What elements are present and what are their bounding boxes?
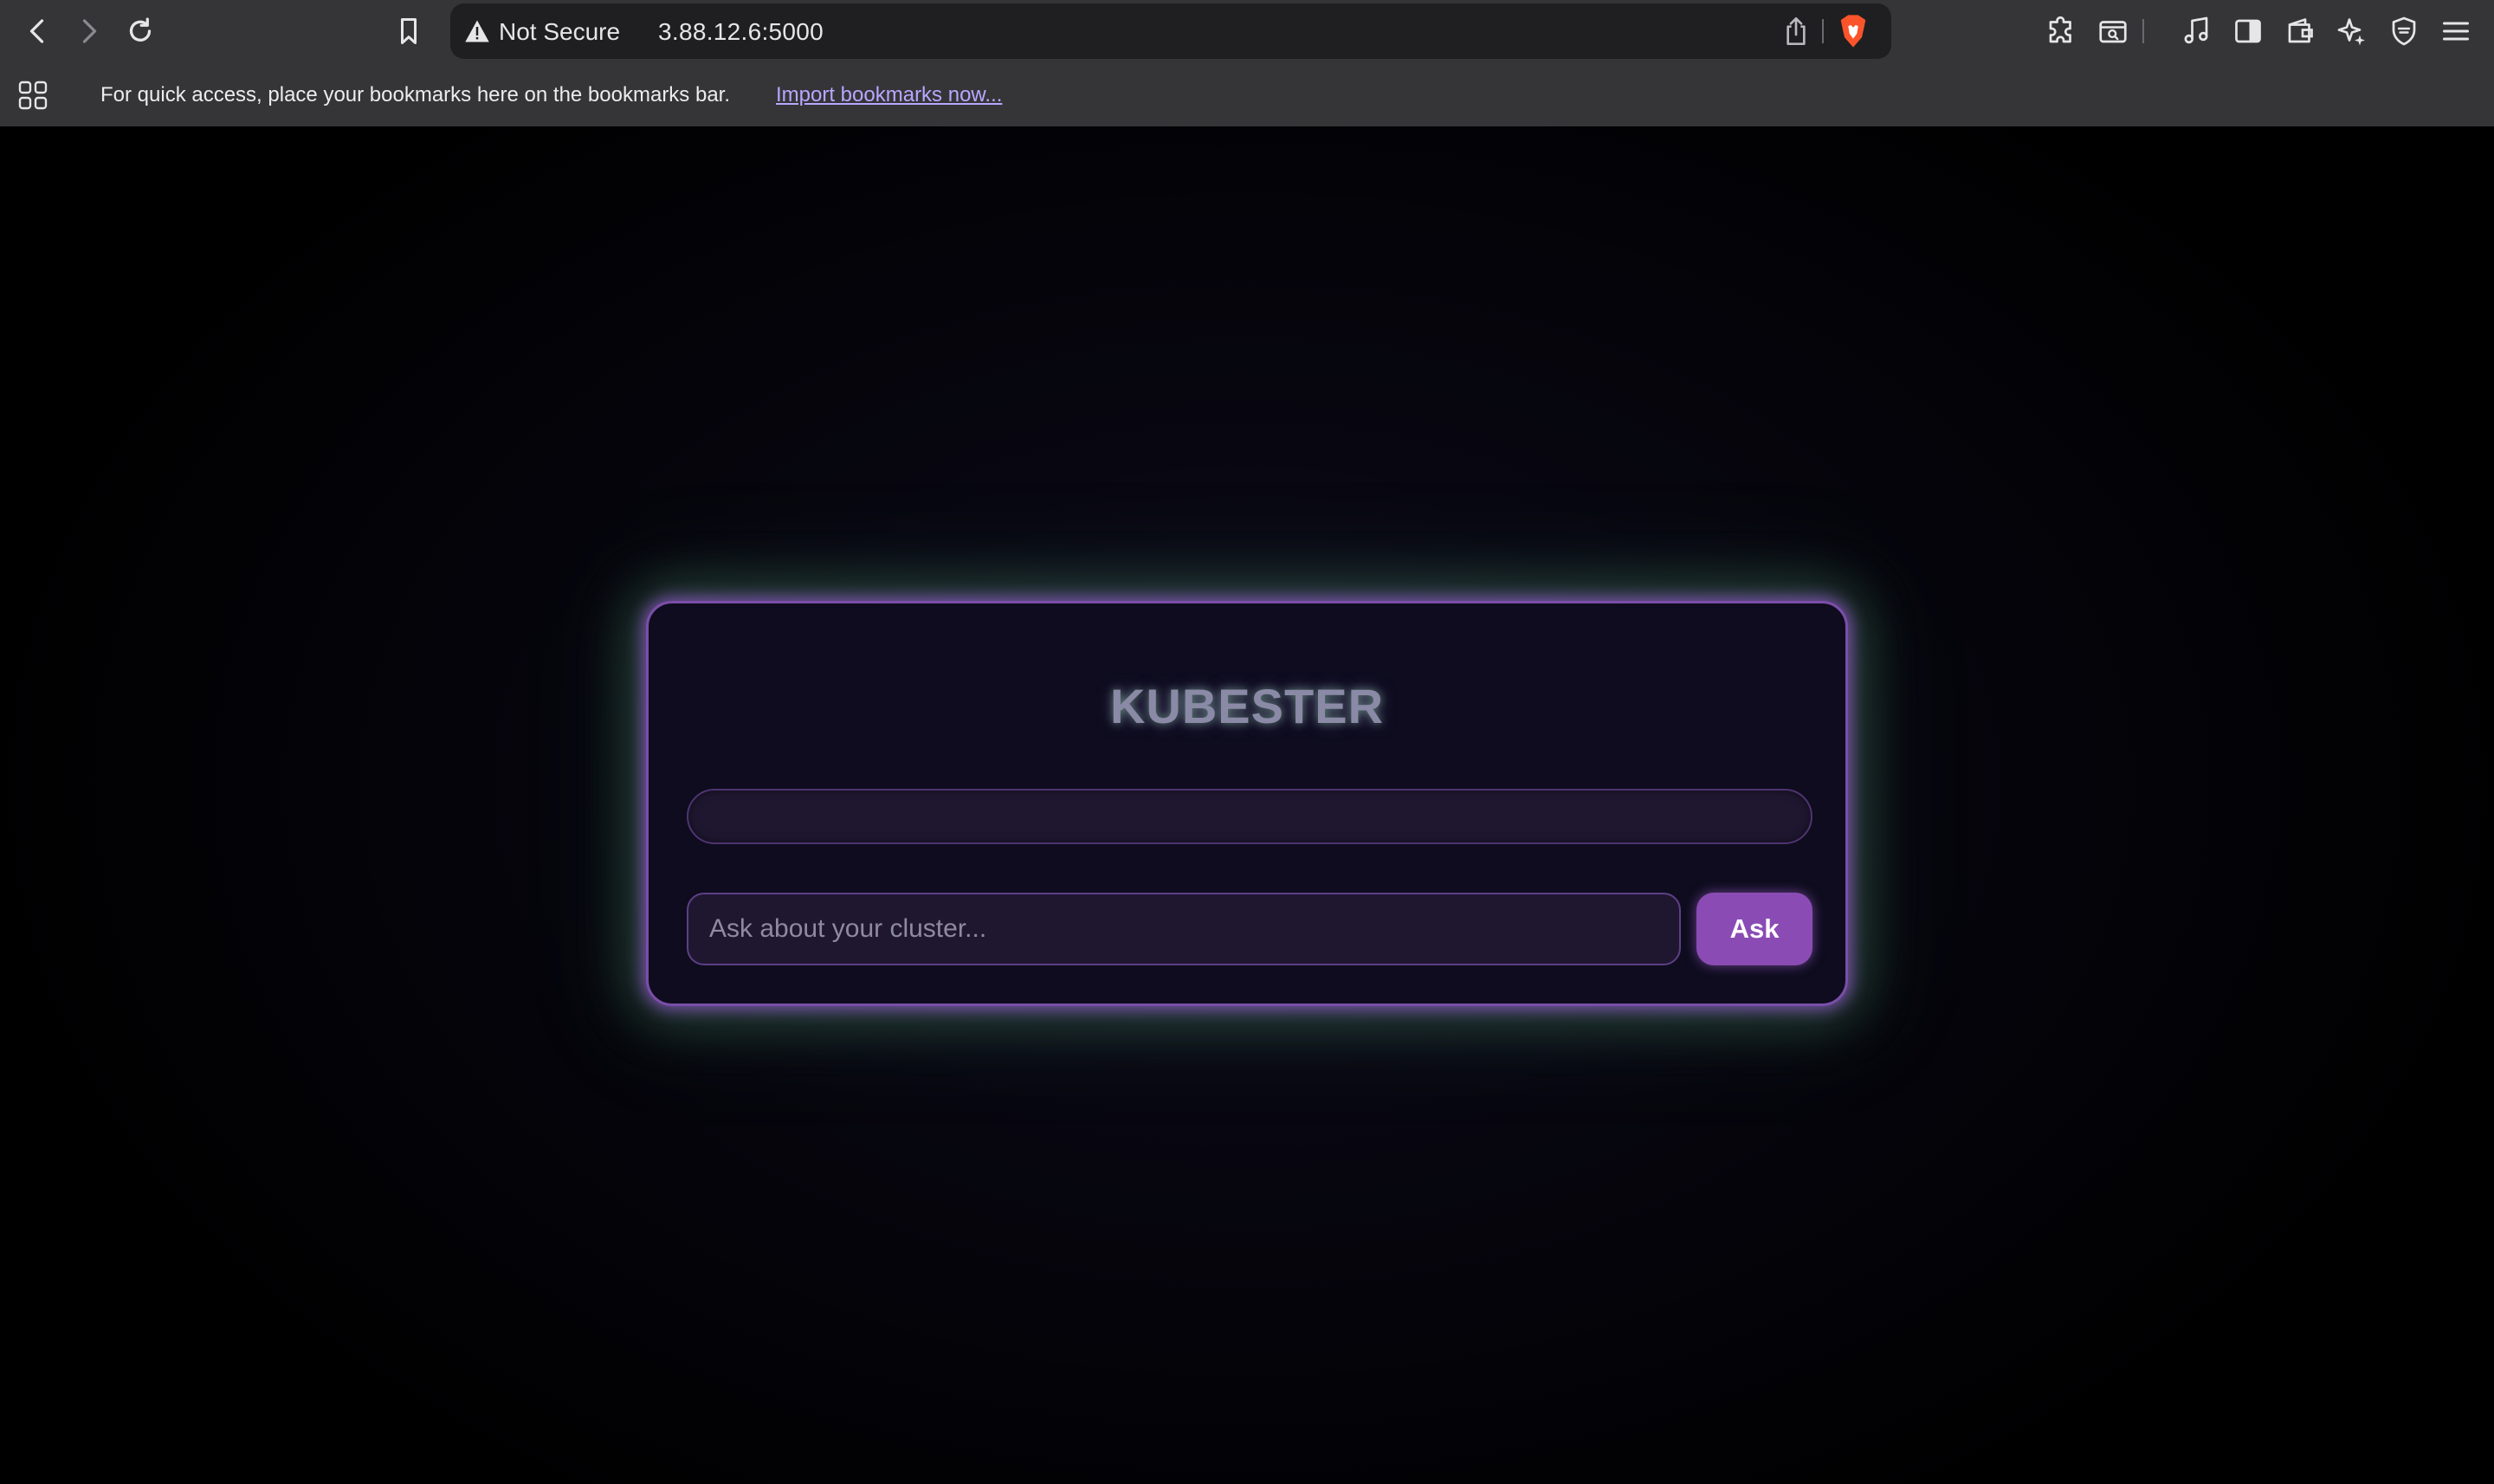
- apps-grid-icon[interactable]: [17, 80, 48, 111]
- app-title: KUBESTER: [1109, 679, 1385, 733]
- response-box: [687, 789, 1812, 844]
- reload-icon[interactable]: [123, 14, 158, 48]
- page-viewport: KUBESTER Ask: [0, 126, 2494, 1484]
- chat-card: KUBESTER Ask: [646, 601, 1848, 1006]
- sidebar-icon[interactable]: [2231, 14, 2265, 48]
- question-input[interactable]: [687, 893, 1681, 965]
- bookmarks-bar: For quick access, place your bookmarks h…: [0, 62, 2494, 126]
- forward-icon[interactable]: [71, 14, 106, 48]
- ask-button[interactable]: Ask: [1696, 893, 1812, 965]
- share-icon[interactable]: [1782, 16, 1810, 47]
- back-icon[interactable]: [21, 14, 55, 48]
- leo-ai-icon[interactable]: [2335, 14, 2369, 48]
- wallet-icon[interactable]: [2283, 14, 2317, 48]
- brave-shields-icon[interactable]: [1838, 14, 1869, 48]
- warning-icon: [465, 20, 489, 42]
- bookmarks-hint: For quick access, place your bookmarks h…: [100, 83, 731, 106]
- omnibox-divider: [1822, 19, 1824, 43]
- media-icon[interactable]: [2179, 14, 2213, 48]
- reader-icon[interactable]: [2096, 14, 2130, 48]
- menu-icon[interactable]: [2439, 14, 2473, 48]
- browser-toolbar: Not Secure 3.88.12.6:5000: [0, 0, 2494, 62]
- security-label[interactable]: Not Secure: [499, 18, 620, 46]
- extensions-icon[interactable]: [2044, 14, 2078, 48]
- bookmark-icon[interactable]: [391, 14, 426, 48]
- url-text[interactable]: 3.88.12.6:5000: [658, 18, 824, 46]
- vpn-icon[interactable]: [2387, 14, 2421, 48]
- address-bar[interactable]: Not Secure 3.88.12.6:5000: [450, 3, 1891, 59]
- toolbar-divider: [2139, 14, 2148, 48]
- import-bookmarks-link[interactable]: Import bookmarks now...: [776, 83, 1002, 107]
